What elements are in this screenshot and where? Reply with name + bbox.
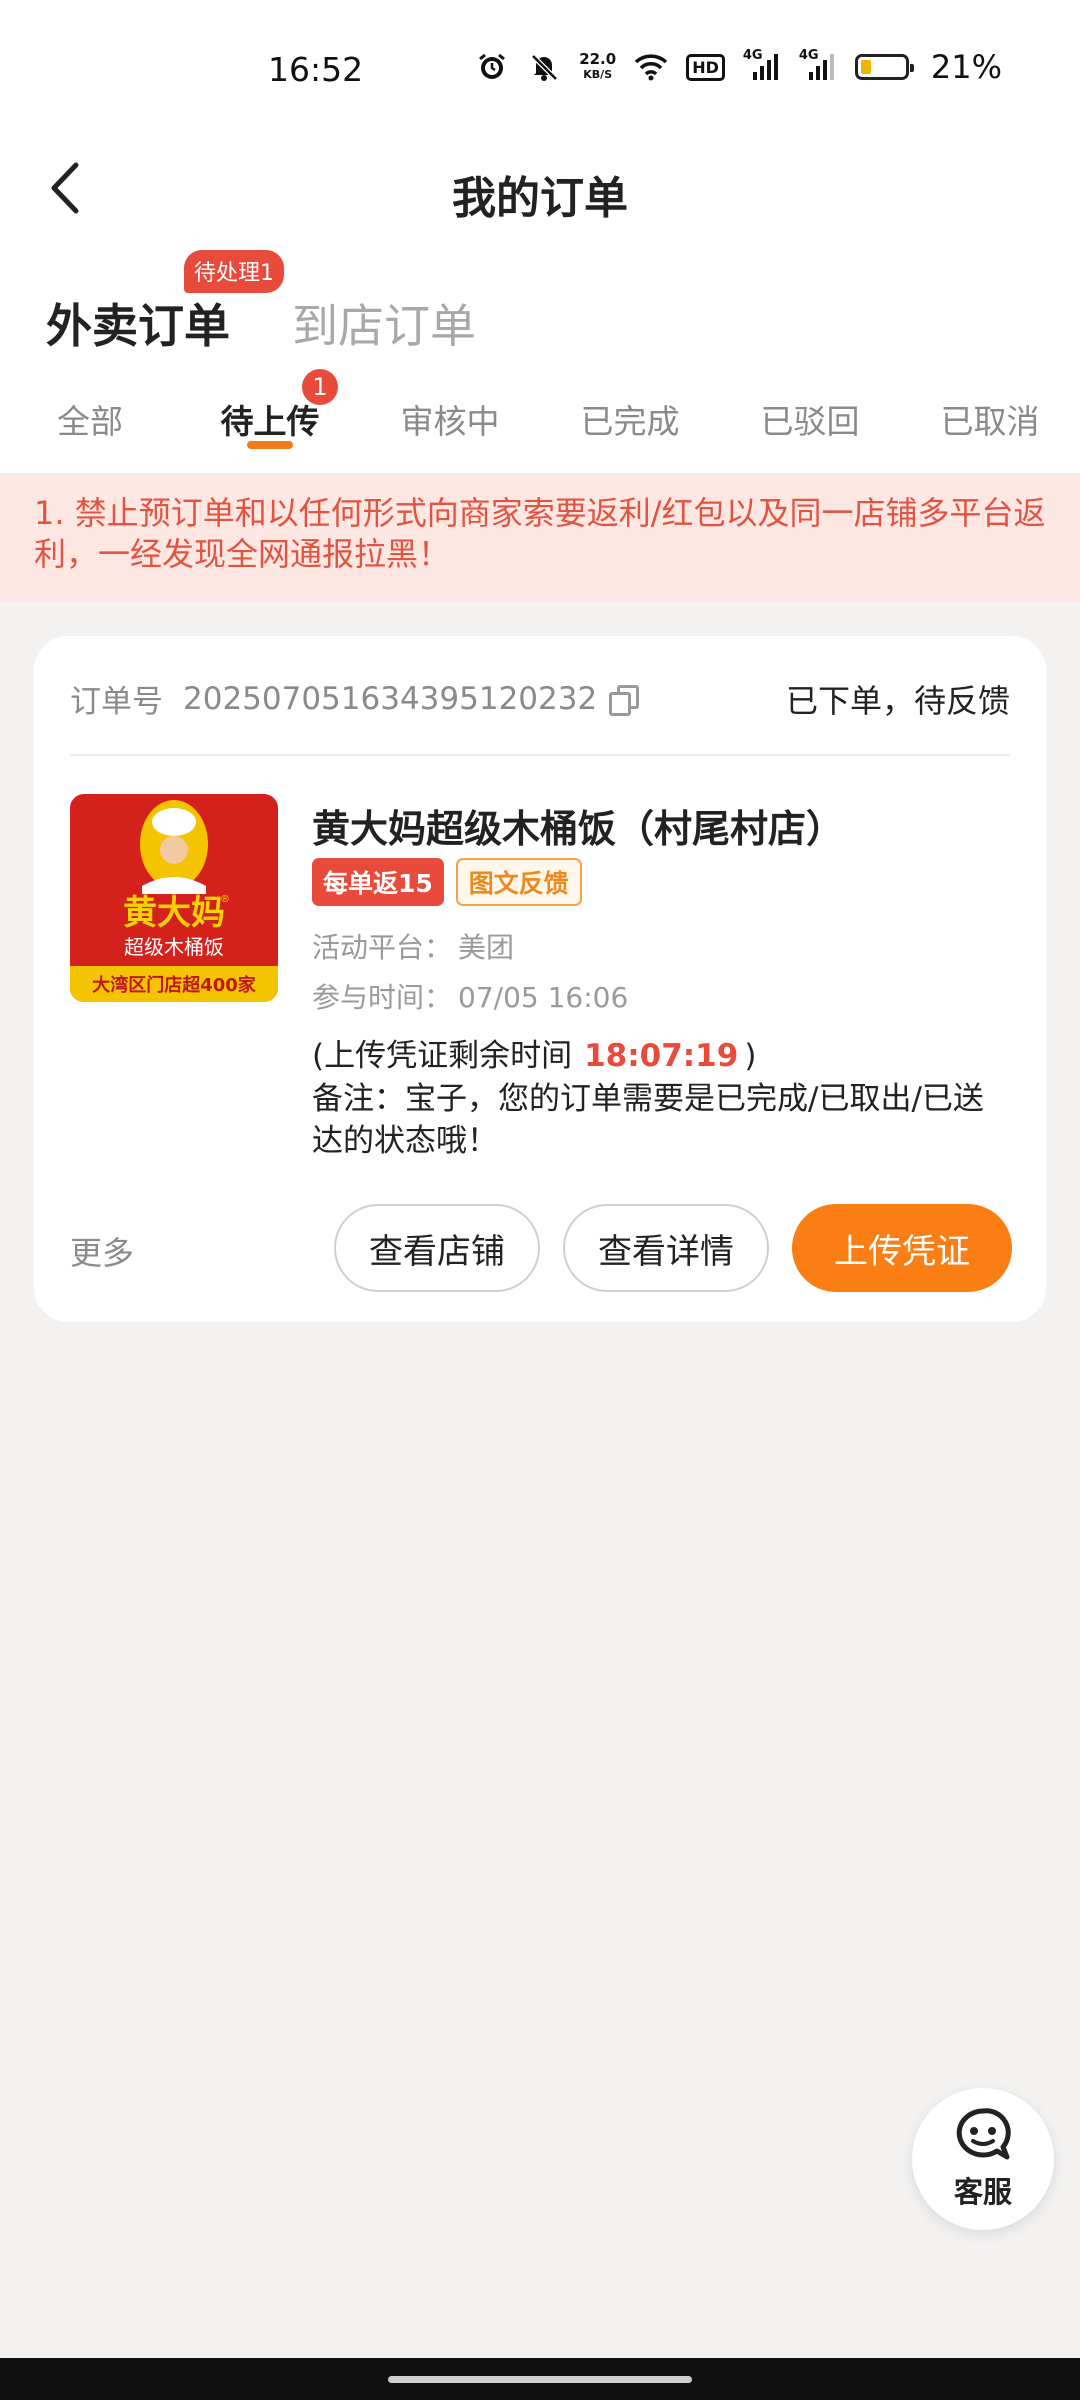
logo-title: 黄大妈	[123, 893, 225, 933]
tags: 每单返15 图文反馈	[312, 858, 582, 906]
order-number: 订单号 202507051634395120232	[70, 676, 640, 721]
platform-value: 美团	[458, 931, 515, 964]
customer-service-icon	[951, 2107, 1015, 2167]
nav-bar: 我的订单	[0, 140, 1080, 240]
more-link[interactable]: 更多	[70, 1228, 134, 1274]
notice-banner: 1. 禁止预订单和以任何形式向商家索要返利/红包以及同一店铺多平台返利，一经发现…	[0, 473, 1080, 601]
remark: 备注：宝子，您的订单需要是已完成/已取出/已送达的状态哦！	[312, 1081, 984, 1159]
copy-icon[interactable]	[609, 684, 640, 716]
tab-in-store-orders[interactable]: 到店订单	[292, 290, 476, 356]
system-nav-bar	[0, 2358, 1080, 2400]
upload-proof-button[interactable]: 上传凭证	[792, 1204, 1012, 1292]
wifi-icon	[634, 50, 668, 84]
platform-line: 活动平台： 美团	[312, 926, 514, 966]
rebate-tag: 每单返15	[312, 858, 444, 906]
page-title: 我的订单	[452, 173, 628, 224]
battery-icon	[854, 54, 914, 80]
join-time-value: 07/05 16:06	[458, 981, 629, 1014]
status-bar: 16:52 22.0 KB/S HD 4G 4G 21%	[0, 0, 1080, 140]
tab-rejected[interactable]: 已驳回	[730, 395, 890, 443]
signal-4g-label-2: 4G	[798, 48, 819, 63]
pending-upload-badge: 1	[302, 369, 338, 405]
logo-registered: ®	[220, 894, 230, 905]
tab-completed[interactable]: 已完成	[550, 395, 710, 443]
upload-deadline: (上传凭证剩余时间 18:07:19)	[312, 1030, 756, 1075]
tab-reviewing[interactable]: 审核中	[370, 395, 530, 443]
deadline-countdown: 18:07:19	[584, 1038, 739, 1074]
alarm-icon	[475, 50, 509, 84]
join-time-line: 参与时间： 07/05 16:06	[312, 976, 628, 1016]
order-number-value: 202507051634395120232	[183, 680, 598, 717]
order-status: 已下单，待反馈	[785, 682, 1010, 720]
status-time: 16:52	[268, 50, 364, 89]
shop-logo[interactable]: 黄大妈 ® 超级木桶饭 大湾区门店超400家	[70, 794, 278, 1002]
order-card: 订单号 202507051634395120232 已下单，待反馈 黄大妈 ® …	[34, 636, 1046, 1322]
join-time-label: 参与时间：	[312, 981, 453, 1014]
tab-delivery-orders[interactable]: 外卖订单	[46, 290, 230, 356]
active-tab-indicator	[247, 441, 293, 449]
net-speed-unit: KB/S	[583, 68, 613, 81]
tab-cancelled[interactable]: 已取消	[910, 395, 1070, 443]
net-speed: 22.0 KB/S	[579, 52, 616, 82]
status-icons: 22.0 KB/S HD 4G 4G 21%	[475, 48, 1002, 86]
feedback-type-tag: 图文反馈	[455, 858, 582, 906]
tab-all[interactable]: 全部	[10, 395, 170, 443]
pending-badge: 待处理1	[184, 250, 284, 293]
mute-bell-icon	[527, 50, 561, 84]
order-number-label: 订单号	[70, 684, 163, 720]
battery-percent: 21%	[930, 48, 1002, 86]
signal-4g-icon: 4G	[742, 48, 781, 84]
hd-icon: HD	[686, 53, 725, 81]
logo-subtitle: 超级木桶饭	[124, 935, 224, 959]
net-speed-value: 22.0	[579, 50, 617, 68]
category-tabs: 外卖订单 待处理1 到店订单	[0, 240, 1080, 355]
signal-4g-label: 4G	[742, 48, 763, 63]
logo-footer: 大湾区门店超400家	[92, 974, 257, 996]
view-detail-button[interactable]: 查看详情	[563, 1204, 769, 1292]
signal-4g-icon-2: 4G	[798, 48, 837, 84]
customer-service-label: 客服	[953, 2175, 1012, 2209]
status-tabs: 全部 待上传 1 审核中 已完成 已驳回 已取消	[0, 355, 1080, 473]
customer-service-button[interactable]: 客服	[912, 2088, 1054, 2230]
deadline-prefix: (上传凭证剩余时间	[312, 1038, 573, 1074]
shop-name[interactable]: 黄大妈超级木桶饭（村尾村店）	[312, 798, 844, 853]
divider	[70, 754, 1010, 756]
deadline-suffix: )	[744, 1038, 757, 1074]
home-indicator[interactable]	[388, 2376, 692, 2383]
platform-label: 活动平台：	[312, 931, 453, 964]
view-shop-button[interactable]: 查看店铺	[334, 1204, 540, 1292]
